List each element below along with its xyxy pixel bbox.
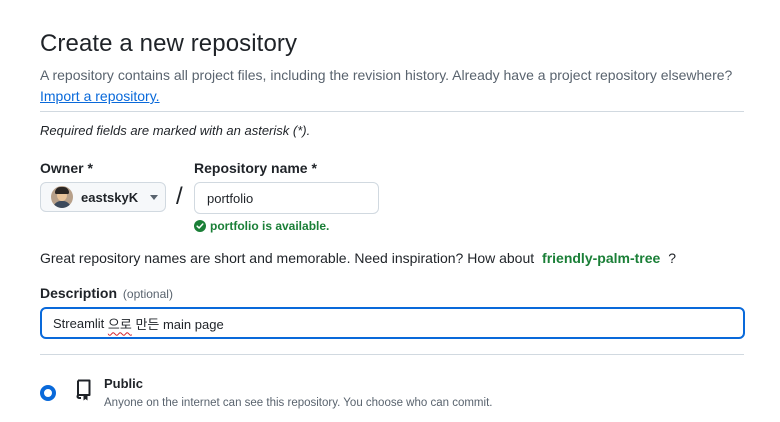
divider — [40, 111, 744, 112]
suggestion-suffix: ? — [668, 250, 676, 266]
page-description: A repository contains all project files,… — [40, 65, 760, 107]
repo-icon — [74, 378, 94, 402]
avatar — [51, 186, 73, 208]
public-radio[interactable] — [40, 385, 56, 401]
availability-status: portfolio is available. — [194, 219, 329, 233]
owner-dropdown[interactable]: eastskyK — [40, 182, 166, 212]
import-repository-link[interactable]: Import a repository. — [40, 88, 160, 104]
public-option-description: Anyone on the internet can see this repo… — [104, 397, 493, 409]
owner-repo-separator: / — [176, 183, 183, 210]
repository-name-value: portfolio — [207, 190, 254, 206]
availability-text: portfolio is available. — [210, 219, 330, 233]
suggestion-prefix: Great repository names are short and mem… — [40, 250, 535, 266]
description-value-part1: Streamlit — [53, 315, 108, 331]
check-circle-icon — [194, 220, 206, 232]
description-misspelled-word: 으로 — [107, 316, 132, 332]
name-suggestion: Great repository names are short and mem… — [40, 250, 676, 266]
description-input[interactable]: Streamlit 으로 만든 main page — [40, 307, 745, 339]
repository-name-input[interactable]: portfolio — [194, 182, 379, 214]
description-label-text: Description — [40, 285, 118, 301]
owner-label: Owner * — [40, 160, 93, 176]
chevron-down-icon — [150, 194, 159, 200]
optional-hint: (optional) — [122, 287, 173, 301]
description-label: Description (optional) — [40, 285, 173, 301]
owner-name: eastskyK — [81, 189, 139, 205]
new-repository-page: Create a new repository A repository con… — [0, 0, 780, 422]
page-title: Create a new repository — [40, 30, 298, 57]
suggested-name-button[interactable]: friendly-palm-tree — [542, 250, 660, 266]
divider — [40, 354, 744, 355]
description-text: A repository contains all project files,… — [40, 67, 733, 83]
description-value-part2: 만든 main page — [131, 316, 224, 332]
required-fields-note: Required fields are marked with an aster… — [40, 123, 311, 138]
repository-name-label: Repository name * — [194, 160, 317, 176]
public-option-label: Public — [104, 376, 144, 391]
